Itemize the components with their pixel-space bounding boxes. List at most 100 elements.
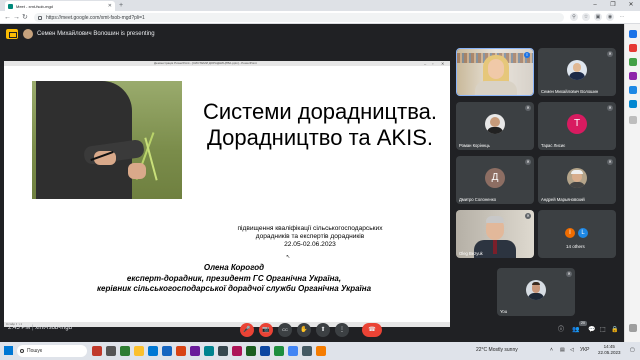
- browser-tab[interactable]: Meet - xmt-fsob-mgd ✕: [5, 1, 115, 11]
- meeting-details-icon[interactable]: ⓘ: [558, 326, 564, 334]
- new-tab-icon[interactable]: +: [119, 1, 123, 10]
- host-controls-icon[interactable]: 🔒: [611, 326, 618, 334]
- raise-hand-button[interactable]: ✋: [297, 323, 311, 337]
- more-options-button[interactable]: ⋮: [335, 323, 349, 337]
- slide-subtitle-line: дорадників та експертів дорадників: [255, 233, 365, 240]
- favorites-icon[interactable]: ☆: [582, 13, 590, 21]
- lock-icon: [38, 15, 42, 20]
- participant-tile[interactable]: ✕ Андрей Марьяновский: [538, 156, 616, 204]
- self-tile[interactable]: ✕ You: [497, 268, 575, 316]
- app-taskbar-icon[interactable]: [246, 346, 256, 356]
- participant-name: Oleg Bezyuk: [459, 251, 483, 256]
- mic-off-icon: ✕: [607, 105, 613, 111]
- activities-icon[interactable]: ⬚: [600, 326, 606, 334]
- mic-button[interactable]: 🎤: [240, 323, 254, 337]
- app-taskbar-icon[interactable]: [92, 346, 102, 356]
- participant-name: You: [500, 309, 508, 314]
- powerpoint-icon[interactable]: [176, 346, 186, 356]
- app-taskbar-icon[interactable]: [190, 346, 200, 356]
- more-options-icon: ⋮: [339, 327, 345, 333]
- edge-browser-icon[interactable]: [148, 346, 158, 356]
- collections-icon[interactable]: ▣: [594, 13, 602, 21]
- mic-off-icon: ✕: [525, 105, 531, 111]
- participant-initial-avatar: T: [567, 114, 587, 134]
- shopping-sidebar-icon[interactable]: [629, 44, 637, 52]
- participant-name: Дмитро Солоненко: [459, 197, 497, 202]
- reload-icon[interactable]: ↻: [22, 13, 28, 22]
- volume-icon[interactable]: ◁: [570, 347, 574, 353]
- mic-off-icon: ✕: [525, 213, 531, 219]
- minimize-icon[interactable]: –: [586, 0, 604, 11]
- file-explorer-icon[interactable]: [134, 346, 144, 356]
- leave-call-button[interactable]: ☎: [362, 323, 382, 337]
- slide-author-name: Олена Корогод: [203, 263, 265, 272]
- others-avatar: I: [565, 228, 575, 238]
- participant-tile[interactable]: ✕ Роман Коріннць: [456, 102, 534, 150]
- add-sidebar-icon[interactable]: [629, 116, 637, 124]
- participant-tile[interactable]: ✕ Oleg Bezyuk: [456, 210, 534, 258]
- meeting-time: 2:45 PM: [8, 325, 31, 331]
- word-icon[interactable]: [260, 346, 270, 356]
- mic-off-icon: ✕: [607, 159, 613, 165]
- keyboard-language[interactable]: УКР: [580, 347, 589, 353]
- mail-icon[interactable]: [162, 346, 172, 356]
- search-sidebar-icon[interactable]: [629, 30, 637, 38]
- slide-author-role: керівник сільськогосподарської дорадчої …: [96, 284, 372, 293]
- search-icon: [20, 349, 24, 353]
- slideshow-window-title: Демонстрація PowerPoint - [СИСТЕМИ ДОРАД…: [154, 61, 257, 65]
- app-taskbar-icon[interactable]: [120, 346, 130, 356]
- slideshow-minimize-icon: –: [424, 61, 427, 66]
- games-sidebar-icon[interactable]: [629, 72, 637, 80]
- notifications-icon[interactable]: ▢: [630, 347, 635, 353]
- sidebar-settings-icon[interactable]: [629, 324, 637, 332]
- network-icon[interactable]: ▤: [560, 347, 565, 353]
- chrome-icon[interactable]: [288, 346, 298, 356]
- app-taskbar-icon[interactable]: [316, 346, 326, 356]
- meet-main: Семен Михайлович Волошин is presenting Д…: [0, 25, 624, 342]
- close-tab-icon[interactable]: ✕: [108, 3, 112, 9]
- taskbar-search[interactable]: Пошук: [17, 345, 87, 357]
- task-view-icon[interactable]: [106, 346, 116, 356]
- maximize-icon[interactable]: ❐: [604, 0, 622, 11]
- app-taskbar-icon[interactable]: [218, 346, 228, 356]
- app-taskbar-icon[interactable]: [232, 346, 242, 356]
- meeting-time-code: 2:45 PM | xmt-fsob-mgd: [8, 325, 72, 331]
- tray-chevron-icon[interactable]: ˄: [550, 347, 553, 353]
- participant-count-badge: 20: [579, 321, 587, 326]
- slideshow-close-icon: ✕: [441, 61, 445, 66]
- url-field[interactable]: https://meet.google.com/xmt-fsob-mgd?pli…: [34, 13, 564, 22]
- back-icon[interactable]: ←: [4, 13, 11, 22]
- windows-start-icon[interactable]: [4, 346, 13, 355]
- captions-button[interactable]: CC: [278, 323, 292, 337]
- participant-tile[interactable]: T ✕ Тарас Лисиє: [538, 102, 616, 150]
- windows-taskbar: Пошук 22°C Mostly sunny ˄ ▤ ◁ УКР 14:45 …: [0, 342, 640, 360]
- slide-photo-farmer: [32, 81, 182, 199]
- people-icon[interactable]: 👥: [572, 326, 579, 334]
- present-button[interactable]: ⬆: [316, 323, 330, 337]
- app-taskbar-icon[interactable]: [302, 346, 312, 356]
- chat-icon[interactable]: 💬: [588, 326, 595, 334]
- participant-tile[interactable]: ✕ Семен Михайлович Волошин: [538, 48, 616, 96]
- excel-icon[interactable]: [274, 346, 284, 356]
- app-taskbar-icon[interactable]: [204, 346, 214, 356]
- edge-sidebar: [624, 24, 640, 342]
- participant-tile[interactable]: Д ✕ Дмитро Солоненко: [456, 156, 534, 204]
- mouse-cursor-icon: ↖: [286, 254, 291, 260]
- profile-icon[interactable]: ◉: [606, 13, 614, 21]
- forward-icon[interactable]: →: [13, 13, 20, 22]
- weather-widget[interactable]: 22°C Mostly sunny: [476, 347, 518, 353]
- camera-off-icon: 📷: [262, 327, 270, 333]
- participant-name: Андрей Марьяновский: [541, 197, 585, 202]
- close-window-icon[interactable]: ✕: [622, 0, 640, 11]
- browser-menu-icon[interactable]: ⋯: [618, 13, 626, 21]
- others-tile[interactable]: I L 14 others: [538, 210, 616, 258]
- participant-tile[interactable]: ≡: [456, 48, 534, 96]
- camera-button[interactable]: 📷: [259, 323, 273, 337]
- office-sidebar-icon[interactable]: [629, 86, 637, 94]
- captions-icon: CC: [282, 327, 288, 332]
- taskbar-clock[interactable]: 14:45 22.05.2023: [598, 344, 621, 356]
- tools-sidebar-icon[interactable]: [629, 58, 637, 66]
- extensions-icon[interactable]: ⚲: [570, 13, 578, 21]
- others-avatar: L: [578, 228, 588, 238]
- outlook-sidebar-icon[interactable]: [629, 100, 637, 108]
